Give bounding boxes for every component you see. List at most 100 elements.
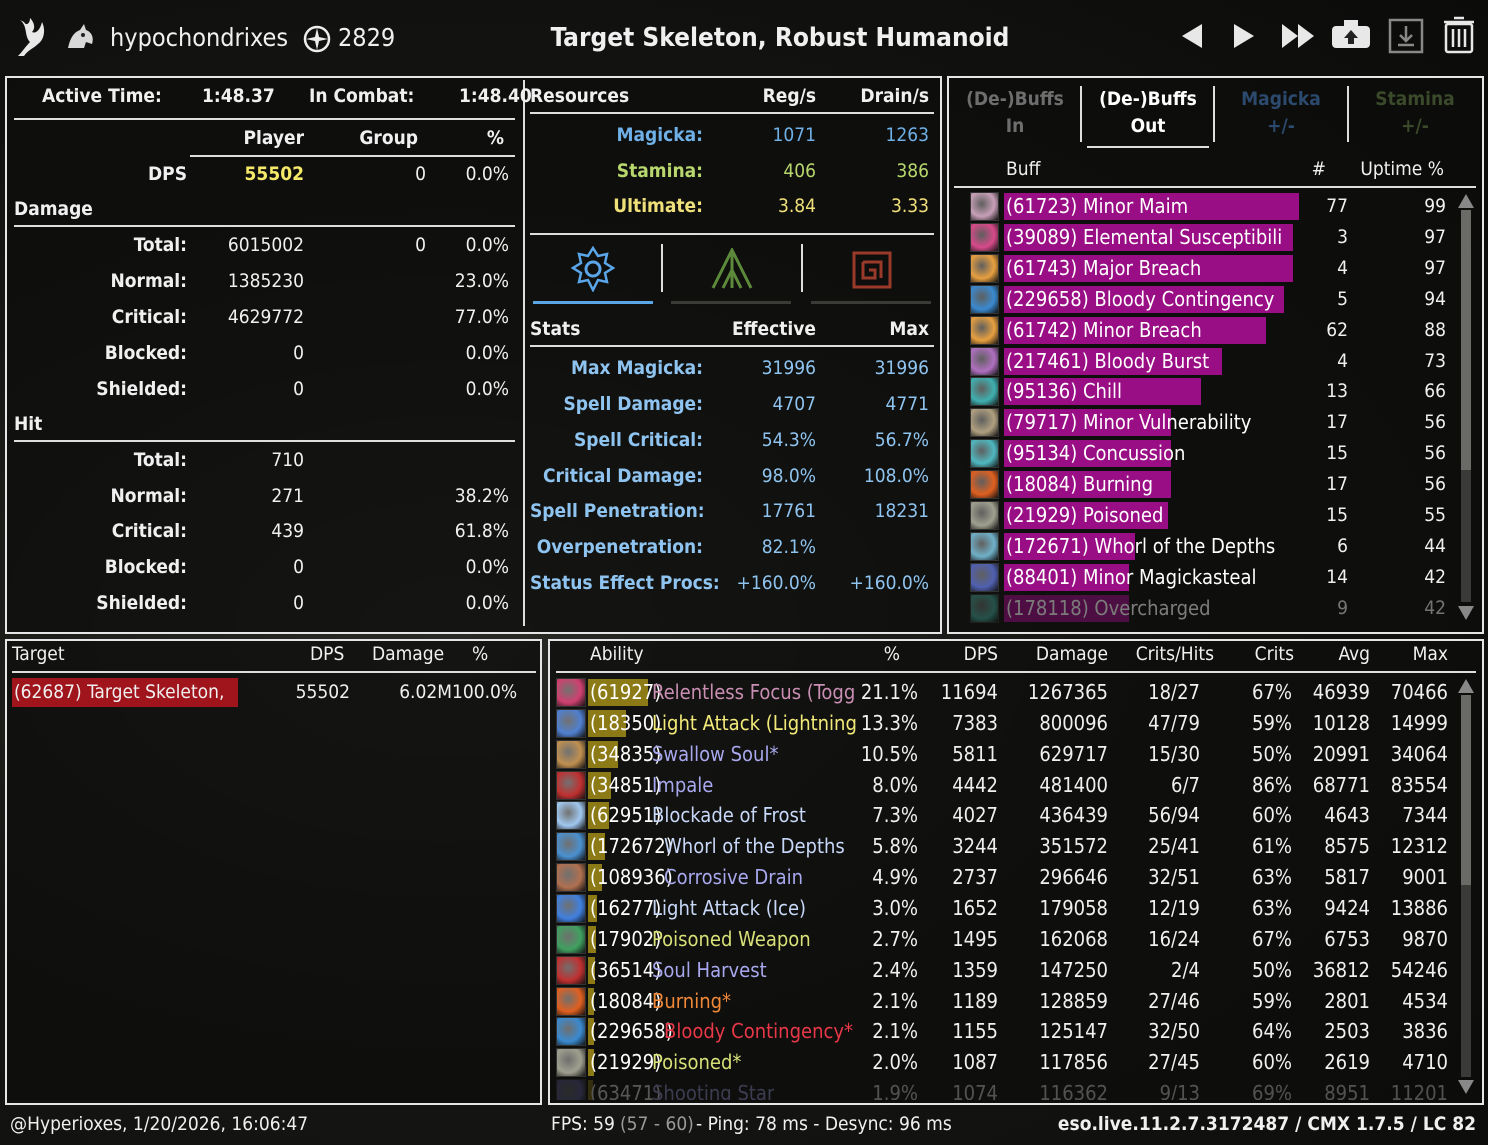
target-row[interactable]: (62687) Target Skeleton, 55502 6.02M 100… [12,677,536,708]
player-name: hypochondrixes [110,23,289,52]
ability-avg: 6753 [1324,926,1370,951]
ability-crits: 86% [1252,772,1292,797]
buff-name: (95136) Chill [1006,379,1122,404]
ability-pct: 21.1% [860,680,918,704]
col-ability-pct: % [883,643,900,665]
stats-header: Stats [530,318,581,340]
ability-damage: 629717 [1039,741,1108,766]
footer-net: - Ping: 78 ms - Desync: 96 ms [696,1113,952,1135]
ability-row[interactable]: (17902) Poisoned Weapon 2.7% 1495 162068 16/2… [556,924,1456,955]
ability-id: (18350) [590,710,662,735]
ability-crits: 59% [1252,988,1292,1013]
ability-dps: 1359 [952,957,998,982]
ability-scrollbar-thumb[interactable] [1461,695,1471,885]
magicka-stats-tab[interactable] [533,240,655,304]
ability-avg: 9424 [1324,895,1370,920]
buff-icon [970,593,999,623]
ability-row[interactable]: (34835) Swallow Soul* 10.5% 5811 629717 15/30… [556,739,1456,770]
stat-row: Spell Penetration: 17761 18231 [530,500,929,522]
col-ability: Ability [590,643,644,665]
col-reg: Reg/s [762,85,816,107]
ability-icon [556,1017,586,1047]
ability-row[interactable]: (34851) Impale 8.0% 4442 481400 6/7 86% 68771 83… [556,770,1456,801]
ability-id: (34851) [590,772,662,797]
col-target-pct: % [472,643,489,665]
buff-row[interactable]: (178118) Overcharged 9 42 [968,593,1458,624]
ability-avg: 2619 [1324,1050,1370,1075]
ability-icon [556,1048,586,1078]
ability-row[interactable]: (62951) Blockade of Frost 7.3% 4027 436439 56… [556,800,1456,831]
footer-fps-range: (57 - 60) [620,1113,694,1135]
ability-dps: 1087 [952,1050,998,1075]
resistance-stats-tab[interactable] [811,240,933,304]
buff-row[interactable]: (21929) Poisoned 15 55 [968,500,1458,531]
ability-row[interactable]: (16277) Light Attack (Ice) 3.0% 1652 179058 1… [556,893,1456,924]
scroll-up-icon[interactable] [1458,194,1474,208]
ability-pct: 10.5% [860,741,918,766]
ability-damage: 116362 [1039,1081,1108,1101]
scroll-down-icon[interactable] [1458,606,1474,620]
ability-dps: 1189 [952,988,998,1013]
col-group: Group [359,127,418,149]
buff-row[interactable]: (79717) Minor Vulnerability 17 56 [968,407,1458,438]
ability-avg: 10128 [1312,710,1370,735]
dps-pct-value: 0.0% [465,163,509,185]
buff-row[interactable]: (217461) Bloody Burst 4 73 [968,346,1458,377]
buff-row[interactable]: (39089) Elemental Susceptibili 3 97 [968,222,1458,253]
buff-row[interactable]: (61723) Minor Maim 77 99 [968,191,1458,222]
ability-row[interactable]: (61927) Relentless Focus (Togg 21.1% 11694 1… [556,677,1456,708]
hit-section-title: Hit [14,413,43,435]
ability-id: (36514) [590,957,662,982]
buff-row[interactable]: (88401) Minor Magickasteal 14 42 [968,562,1458,593]
ability-name: Blockade of Frost [652,803,806,828]
damage-row: Total: 6015002 0 0.0% [133,234,509,256]
ability-row[interactable]: (108936) Corrosive Drain 4.9% 2737 296646 32/… [556,862,1456,893]
ability-row[interactable]: (18350) Light Attack (Lightning) 13.3% 7383… [556,708,1456,739]
ability-scroll-down-icon[interactable] [1458,1080,1474,1094]
tab-debuffs-in[interactable]: (De-)Buffs In [954,86,1076,140]
ability-row[interactable]: (21929) Poisoned* 2.0% 1087 117856 27/45 60% 26… [556,1047,1456,1078]
ability-row[interactable]: (229658) Bloody Contingency* 2.1% 1155 12514… [556,1016,1456,1047]
ability-row[interactable]: (63471) Shooting Star 1.9% 1074 116362 9/13 69… [556,1078,1456,1101]
buff-row[interactable]: (95134) Concussion 15 56 [968,438,1458,469]
buff-row[interactable]: (61743) Major Breach 4 97 [968,253,1458,284]
ability-icon [556,770,586,800]
ability-crits: 59% [1252,710,1292,735]
trash-icon[interactable] [1442,16,1476,54]
ability-crits: 50% [1252,741,1292,766]
ability-crithits: 18/27 [1148,680,1200,704]
buff-name: (61742) Minor Breach [1006,317,1202,342]
buff-uptime: 97 [1424,225,1446,248]
ability-row[interactable]: (18084) Burning* 2.1% 1189 128859 27/46 59% 280… [556,986,1456,1017]
buff-icon [970,470,999,500]
latest-fight-icon[interactable] [1280,22,1318,50]
buff-scrollbar-thumb[interactable] [1461,210,1471,470]
stamina-stats-tab[interactable] [671,240,793,304]
buff-name: (61743) Major Breach [1006,255,1202,280]
tab-stamina[interactable]: Stamina +/- [1354,86,1476,140]
buff-row[interactable]: (61742) Minor Breach 62 88 [968,315,1458,346]
top-bar: hypochondrixes 2829 Target Skeleton, Rob… [0,0,1488,72]
buff-row[interactable]: (18084) Burning 17 56 [968,469,1458,500]
buff-row[interactable]: (95136) Chill 13 66 [968,376,1458,407]
save-icon[interactable] [1388,18,1424,54]
upload-icon[interactable] [1330,18,1372,50]
ability-row[interactable]: (36514) Soul Harvest 2.4% 1359 147250 2/4 50% 3… [556,955,1456,986]
buff-icon [970,501,999,530]
ability-scroll-up-icon[interactable] [1458,679,1474,693]
buff-row[interactable]: (229658) Bloody Contingency 5 94 [968,284,1458,315]
tab-debuffs-out[interactable]: (De-)Buffs Out [1087,86,1209,140]
ability-dps: 3244 [952,834,998,859]
ability-row[interactable]: (172672) Whorl of the Depths 5.8% 3244 35157… [556,831,1456,862]
buff-uptime: 97 [1424,256,1446,279]
ability-icon [556,893,586,923]
ability-dps: 5811 [952,741,998,766]
buff-row[interactable]: (172671) Whorl of the Depths 6 44 [968,531,1458,562]
col-target: Target [12,643,65,665]
next-fight-icon[interactable] [1230,22,1258,50]
tab-magicka[interactable]: Magicka +/- [1220,86,1342,140]
previous-fight-icon[interactable] [1178,22,1206,50]
champion-star-icon [303,25,331,53]
ability-dps: 1074 [952,1081,998,1101]
ability-crithits: 27/46 [1148,988,1200,1013]
